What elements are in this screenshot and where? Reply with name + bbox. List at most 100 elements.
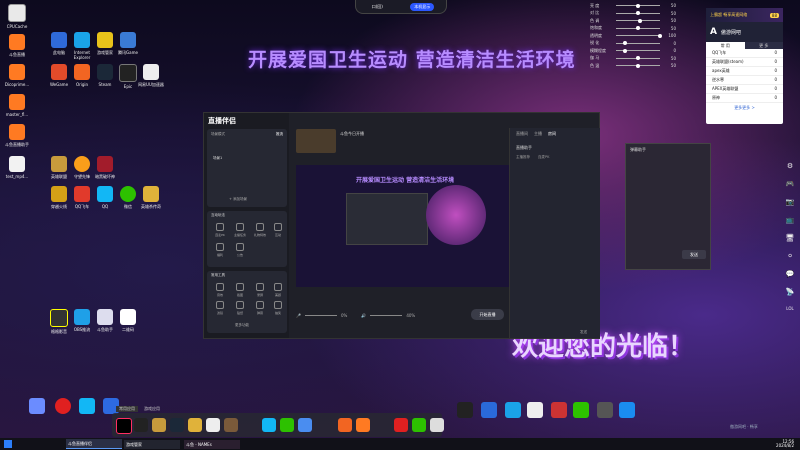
more-tools-link[interactable]: 更多功能 <box>235 323 249 328</box>
taskbar-item[interactable]: 斗鱼 - NAMEs <box>184 439 240 449</box>
more-link[interactable]: 更多更多 > <box>706 103 783 113</box>
scene-item[interactable]: 场景1 <box>213 156 222 161</box>
interact-tool[interactable]: 公告 <box>233 243 247 257</box>
start-icon[interactable] <box>4 440 12 448</box>
tool-item[interactable]: 滤镜 <box>213 301 227 315</box>
dock-app-icon[interactable] <box>298 418 312 432</box>
mic-icon[interactable]: 🎤 <box>296 313 301 318</box>
dock-app-icon[interactable] <box>338 418 352 432</box>
tab-more[interactable]: 更 多 <box>745 42 784 49</box>
dock-tab-common[interactable]: 常用应用 <box>116 406 138 412</box>
list-item[interactable]: 英雄联盟(steam) 0 <box>706 58 783 67</box>
dock-app-icon[interactable] <box>134 418 148 432</box>
game-icon[interactable]: 🎮 <box>784 180 796 192</box>
slider-row[interactable]: 亮 度 50 <box>590 2 676 10</box>
dock-app-icon[interactable] <box>430 418 444 432</box>
tool-item[interactable]: 抽奖 <box>271 301 285 315</box>
mic-slider[interactable] <box>304 315 337 316</box>
wechat-icon[interactable] <box>280 418 294 432</box>
slider-row[interactable]: 锐 化0 <box>590 40 676 48</box>
tool-item[interactable]: 弹幕 <box>253 301 267 315</box>
room-title[interactable]: 斗鱼今日开播 <box>340 131 364 137</box>
taskbar-item[interactable]: 斗鱼直播伴侣 <box>66 439 122 449</box>
screen-switch[interactable]: 口(回) <box>368 3 387 11</box>
screen-mode[interactable]: 本机显示 <box>410 2 435 11</box>
dock-app-icon[interactable] <box>394 418 408 432</box>
stream-preview[interactable]: 开展爱国卫生运动 营造清洁生活环境 <box>296 165 514 287</box>
list-item[interactable]: 逆水寒 0 <box>706 76 783 85</box>
tool-item[interactable]: 录屏 <box>253 283 267 297</box>
slider-row[interactable]: 透明度 100 <box>590 32 676 40</box>
utility-icon[interactable] <box>612 402 642 420</box>
desktop-icon[interactable]: Dicoprime... <box>2 64 32 87</box>
tool-item[interactable]: 截图 <box>233 283 247 297</box>
interact-tool[interactable]: 福利 <box>213 243 227 257</box>
desktop-icon[interactable]: test_mp4... <box>2 156 32 179</box>
tool-item[interactable]: 音效 <box>213 283 227 297</box>
interact-tool[interactable]: 连麦PK <box>213 223 227 237</box>
assistant-tab[interactable]: 主播推荐 <box>516 155 530 160</box>
room-thumbnail[interactable] <box>296 129 336 153</box>
slider-row[interactable]: 色 调 50 <box>590 17 676 25</box>
camera-icon[interactable]: 📷 <box>784 198 796 210</box>
steam-icon[interactable] <box>170 418 184 432</box>
desktop-icon[interactable]: 暗黑破坏神 <box>90 156 120 179</box>
scene-label[interactable]: 场景模式 <box>211 132 225 137</box>
start-live-button[interactable]: 开始直播 <box>471 309 504 320</box>
tool-item[interactable]: 贴纸 <box>233 301 247 315</box>
desktop-icon[interactable]: 网易UU加速器 <box>136 64 166 87</box>
send-button[interactable]: 发送 <box>580 330 587 335</box>
desktop-icon[interactable]: 腾讯Game <box>113 32 143 55</box>
desktop-icon[interactable]: 英雄杀传奇 <box>136 186 166 209</box>
speaker-slider[interactable] <box>370 315 403 316</box>
tab-room[interactable]: 直播间 <box>516 131 528 137</box>
settings-icon[interactable]: ⚙ <box>784 162 796 174</box>
dock-app-icon[interactable] <box>412 418 426 432</box>
tab-common[interactable]: 常 用 <box>706 42 745 49</box>
interact-tool[interactable]: 主播任务 <box>233 223 247 237</box>
danmaku-send-button[interactable]: 发送 <box>682 250 706 259</box>
desktop-icon[interactable]: master_fl... <box>2 94 32 117</box>
dock-app-icon[interactable] <box>188 418 202 432</box>
list-item[interactable]: APEX英雄联盟 0 <box>706 85 783 94</box>
dock-tab-games[interactable]: 游戏应用 <box>144 406 160 412</box>
desktop-icon[interactable]: 斗鱼直播助手 <box>2 124 32 147</box>
game-panel-header[interactable]: 上霸超 畅享高速网络 88 <box>706 8 783 22</box>
slider-row[interactable]: 饱和度 50 <box>590 25 676 33</box>
app-dock: 常用应用 游戏应用 <box>112 406 444 437</box>
desktop-icon[interactable]: CPUCache <box>2 4 32 29</box>
douyu-icon[interactable] <box>356 418 370 432</box>
circle-icon[interactable]: ⚪ <box>784 252 796 264</box>
slider-row[interactable]: 伽 马 50 <box>590 55 676 63</box>
dock-app-icon[interactable] <box>152 418 166 432</box>
tab-anchor[interactable]: 主播 <box>534 131 542 137</box>
assistant-tab[interactable]: 连麦PK <box>538 155 549 160</box>
slider-row[interactable]: 对 比 50 <box>590 10 676 18</box>
list-item[interactable]: 原神 0 <box>706 94 783 103</box>
lol-icon[interactable]: LOL <box>784 306 796 318</box>
slider-row[interactable]: 色 温 50 <box>590 62 676 70</box>
desktop-icon[interactable]: 斗鱼直播 <box>2 34 32 57</box>
signal-icon[interactable]: 📡 <box>784 288 796 300</box>
tiktok-icon[interactable] <box>116 418 132 434</box>
interact-tool[interactable]: 互动 <box>271 223 285 237</box>
list-item[interactable]: apex英雄 0 <box>706 67 783 76</box>
dock-app-icon[interactable] <box>206 418 220 432</box>
add-scene-button[interactable]: + 添加场景 <box>229 197 247 202</box>
speaker-icon[interactable]: 🔊 <box>361 313 366 318</box>
slider-row[interactable]: 模糊程度 0 <box>590 47 676 55</box>
tool-item[interactable]: 美颜 <box>271 283 285 297</box>
tab-push[interactable]: 推流 <box>276 132 283 137</box>
desktop-icon[interactable]: 二维码 <box>113 309 143 332</box>
tab-house[interactable]: 房间 <box>548 131 556 137</box>
taskbar-item[interactable]: 游戏管家 <box>124 439 180 449</box>
list-item[interactable]: QQ飞车 0 <box>706 49 783 58</box>
interact-tool[interactable]: 礼物特效 <box>253 223 267 237</box>
qq-icon[interactable] <box>262 418 276 432</box>
tv-icon[interactable]: 📺 <box>784 216 796 228</box>
clock[interactable]: 12:56 2024/8/2 <box>776 440 794 448</box>
dock-app-icon[interactable] <box>224 418 238 432</box>
display-adjust-panel: 亮 度 50 对 比 50 色 调 50 饱和度 50 透明度 100 锐 化0 模糊程度… <box>590 2 676 70</box>
monitor-icon[interactable]: 🖥 <box>784 234 796 246</box>
chat-icon[interactable]: 💬 <box>784 270 796 282</box>
